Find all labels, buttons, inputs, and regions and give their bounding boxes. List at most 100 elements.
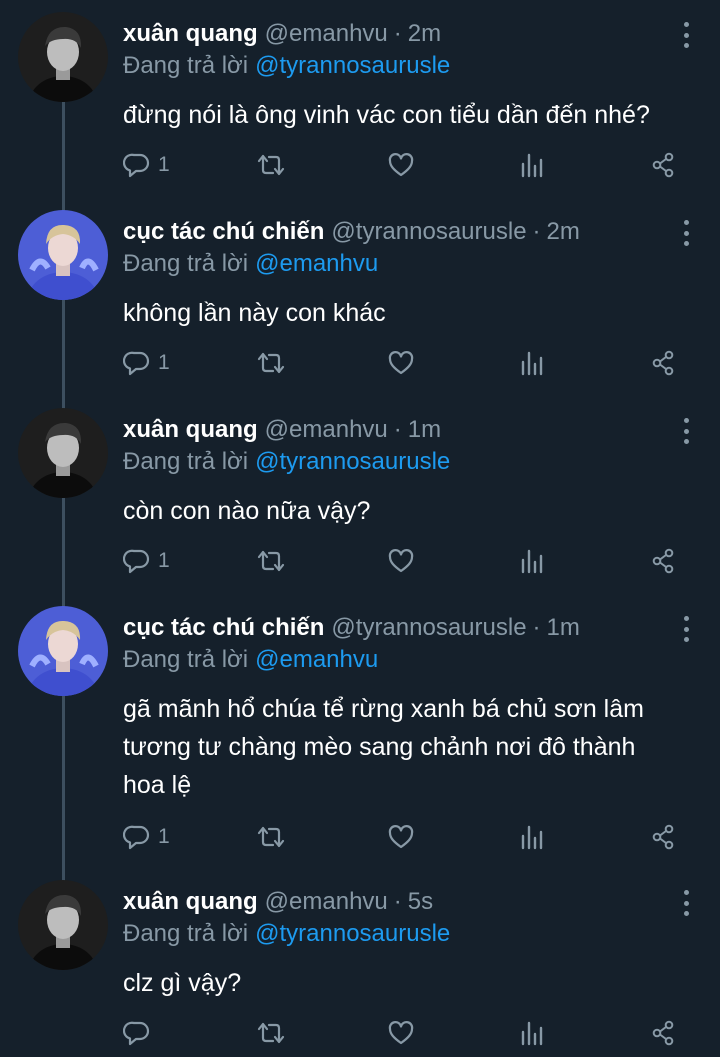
like-button[interactable] (387, 544, 415, 578)
tweet-actions (123, 1016, 683, 1050)
analytics-button[interactable] (519, 544, 545, 578)
avatar[interactable] (18, 880, 108, 970)
reply-icon (123, 153, 150, 178)
avatar[interactable] (18, 408, 108, 498)
avatar[interactable] (18, 606, 108, 696)
share-button[interactable] (649, 148, 677, 182)
mention-link[interactable]: @tyrannosaurusle (255, 448, 450, 475)
analytics-button[interactable] (519, 1016, 545, 1050)
like-icon (388, 1021, 414, 1045)
more-icon[interactable] (680, 418, 692, 444)
like-button[interactable] (387, 820, 415, 854)
replying-to: Đang trả lời @emanhvu (123, 646, 378, 674)
timestamp[interactable]: 1m (408, 416, 441, 444)
user-handle[interactable]: @emanhvu (265, 416, 388, 444)
separator-dot: · (393, 20, 402, 47)
reply-button[interactable]: 1 (123, 820, 170, 854)
thread-line (62, 300, 65, 410)
user-handle[interactable]: @tyrannosaurusle (331, 614, 526, 642)
tweet[interactable]: cục tác chú chiến @tyrannosaurusle · 1m … (0, 594, 720, 882)
retweet-button[interactable] (256, 544, 286, 578)
replying-to: Đang trả lời @tyrannosaurusle (123, 52, 450, 80)
display-name[interactable]: cục tác chú chiến (123, 614, 324, 642)
analytics-button[interactable] (519, 346, 545, 380)
more-icon[interactable] (680, 890, 692, 916)
thread-line (62, 696, 65, 882)
reply-icon (123, 351, 150, 376)
tweet[interactable]: xuân quang @emanhvu · 1m Đang trả lời @ty… (0, 396, 720, 608)
separator-dot: · (532, 614, 541, 641)
tweet[interactable]: cục tác chú chiến @tyrannosaurusle · 2m … (0, 198, 720, 410)
mention-link[interactable]: @tyrannosaurusle (255, 920, 450, 947)
avatar[interactable] (18, 210, 108, 300)
separator-dot: · (532, 218, 541, 245)
retweet-button[interactable] (256, 1016, 286, 1050)
reply-count: 1 (158, 549, 170, 572)
tweet-header: xuân quang @emanhvu · 5s (123, 888, 433, 922)
retweet-button[interactable] (256, 346, 286, 380)
tweet-header: xuân quang @emanhvu · 2m (123, 20, 441, 54)
analytics-button[interactable] (519, 148, 545, 182)
share-icon (652, 824, 674, 850)
display-name[interactable]: xuân quang (123, 888, 258, 916)
replying-label: Đang trả lời (123, 448, 249, 475)
share-button[interactable] (649, 820, 677, 854)
display-name[interactable]: cục tác chú chiến (123, 218, 324, 246)
retweet-icon (257, 1022, 285, 1044)
retweet-icon (257, 154, 285, 176)
share-icon (652, 350, 674, 376)
more-icon[interactable] (680, 22, 692, 48)
mention-link[interactable]: @tyrannosaurusle (255, 52, 450, 79)
analytics-icon (521, 549, 543, 574)
share-button[interactable] (649, 1016, 677, 1050)
more-icon[interactable] (680, 220, 692, 246)
thread-line (62, 498, 65, 608)
display-name[interactable]: xuân quang (123, 416, 258, 444)
timestamp[interactable]: 2m (547, 218, 580, 246)
like-button[interactable] (387, 1016, 415, 1050)
avatar[interactable] (18, 12, 108, 102)
timestamp[interactable]: 2m (408, 20, 441, 48)
reply-icon (123, 825, 150, 850)
like-button[interactable] (387, 148, 415, 182)
mention-link[interactable]: @emanhvu (255, 250, 378, 277)
retweet-button[interactable] (256, 820, 286, 854)
reply-count: 1 (158, 825, 170, 848)
user-handle[interactable]: @emanhvu (265, 888, 388, 916)
separator-dot: · (393, 416, 402, 443)
tweet-header: cục tác chú chiến @tyrannosaurusle · 1m (123, 614, 580, 648)
display-name[interactable]: xuân quang (123, 20, 258, 48)
user-handle[interactable]: @tyrannosaurusle (331, 218, 526, 246)
like-button[interactable] (387, 346, 415, 380)
timestamp[interactable]: 5s (408, 888, 433, 916)
timestamp[interactable]: 1m (547, 614, 580, 642)
like-icon (388, 153, 414, 177)
mention-link[interactable]: @emanhvu (255, 646, 378, 673)
reply-button[interactable]: 1 (123, 544, 170, 578)
replying-label: Đang trả lời (123, 52, 249, 79)
tweet[interactable]: xuân quang @emanhvu · 2m Đang trả lời @ty… (0, 0, 720, 212)
replying-to: Đang trả lời @tyrannosaurusle (123, 920, 450, 948)
tweet-text: không lần này con khác (123, 299, 386, 327)
tweet-actions: 1 (123, 544, 683, 578)
reply-count: 1 (158, 351, 170, 374)
separator-dot: · (393, 888, 402, 915)
reply-button[interactable] (123, 1016, 158, 1050)
more-icon[interactable] (680, 616, 692, 642)
user-handle[interactable]: @emanhvu (265, 20, 388, 48)
analytics-icon (521, 351, 543, 376)
analytics-icon (521, 825, 543, 850)
replying-to: Đang trả lời @emanhvu (123, 250, 378, 278)
reply-button[interactable]: 1 (123, 148, 170, 182)
replying-label: Đang trả lời (123, 646, 249, 673)
share-button[interactable] (649, 346, 677, 380)
replying-to: Đang trả lời @tyrannosaurusle (123, 448, 450, 476)
reply-button[interactable]: 1 (123, 346, 170, 380)
retweet-button[interactable] (256, 148, 286, 182)
share-icon (652, 548, 674, 574)
retweet-icon (257, 826, 285, 848)
share-button[interactable] (649, 544, 677, 578)
tweet-text: clz gì vậy? (123, 969, 242, 997)
tweet[interactable]: xuân quang @emanhvu · 5s Đang trả lời @ty… (0, 868, 720, 1057)
analytics-button[interactable] (519, 820, 545, 854)
